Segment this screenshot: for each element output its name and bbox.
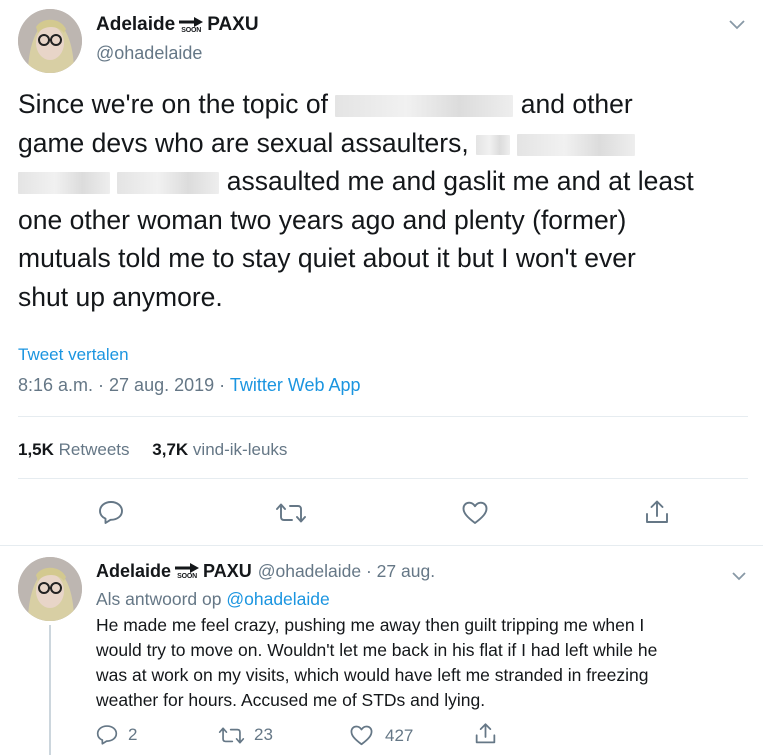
reply-handle-date[interactable]: @ohadelaide · 27 aug. [258,561,435,582]
likes-count: 3,7K [152,440,189,459]
in-reply-handle-link[interactable]: @ohadelaide [226,589,329,609]
reply-text-line: He made me feel crazy, pushing me away t… [96,615,645,635]
chevron-down-icon[interactable] [729,17,745,35]
tweet-text-line: assaulted me and gaslit me and at least [226,166,694,197]
redacted-name [476,134,511,155]
tweet-text-line: mutuals told me to stay quiet about it b… [18,243,636,274]
redacted-name [18,172,110,195]
reply-text-line: weather for hours. Accused me of STDs an… [96,690,486,710]
thread-line [49,625,51,755]
share-icon[interactable] [474,722,497,745]
meta-separator: · [214,375,230,395]
like-icon [350,725,373,746]
tweet-text-line: game devs who are sexual assaulters, [18,127,469,158]
soon-label: SOON [181,26,202,34]
reply-text: He made me feel crazy, pushing me away t… [96,613,756,713]
retweet-count: 23 [254,725,273,744]
arrow-right-icon [179,16,204,27]
redacted-name [335,95,514,117]
retweets-label: Retweets [58,440,130,459]
tweet-stats: 1,5K Retweets 3,7K vind-ik-leuks [18,440,287,460]
reply-like-button[interactable]: 427 [350,725,413,746]
likes-label: vind-ik-leuks [192,440,288,459]
soon-arrow-badge: SOON [175,563,200,580]
in-reply-prefix: Als antwoord op [96,589,227,609]
divider [18,478,748,479]
reply-chevron-down-icon[interactable] [732,568,746,586]
redacted-name [517,133,636,156]
retweets-count: 1,5K [18,440,54,459]
reply-count: 2 [128,724,138,744]
reply-display-name-suffix: PAXU [203,561,252,581]
author-handle[interactable]: @ohadelaide [96,43,202,64]
source-link[interactable]: Twitter Web App [230,375,361,395]
reply-icon[interactable] [98,500,124,524]
retweet-icon [218,726,245,745]
tweet-text-line: shut up anymore. [18,281,223,312]
timestamp[interactable]: 8:16 a.m. · 27 aug. 2019 [18,375,214,395]
like-icon[interactable] [462,501,488,525]
soon-arrow-badge: SOON [179,16,204,34]
reply-author-avatar[interactable] [18,557,82,621]
retweet-icon[interactable] [275,502,307,524]
divider [18,416,748,417]
reply-author-row: Adelaide SOON PAXU @ohadelaide · 27 aug. [96,561,435,582]
tweet-meta: 8:16 a.m. · 27 aug. 2019 · Twitter Web A… [18,375,361,396]
tweet-text-line: Since we're on the topic of [18,89,328,119]
in-reply-to: Als antwoord op @ohadelaide [96,589,330,610]
tweet-text: Since we're on the topic of and other ga… [18,85,748,317]
tweet-text-line: one other woman two years ago and plenty… [18,204,627,235]
display-name-suffix: PAXU [207,14,259,35]
reply-reply-button[interactable]: 2 [96,724,137,745]
likes-stat[interactable]: 3,7K vind-ik-leuks [152,440,287,459]
soon-label: SOON [177,573,197,580]
translate-tweet-link[interactable]: Tweet vertalen [18,345,129,365]
author-avatar[interactable] [18,9,82,73]
share-icon[interactable] [644,499,670,525]
reply-text-line: was at work on my visits, which would ha… [96,665,649,685]
reply-icon [96,724,118,745]
retweets-stat[interactable]: 1,5K Retweets [18,440,130,459]
reply-text-line: would try to move on. Wouldn't let me ba… [96,640,658,660]
like-count: 427 [385,725,414,745]
redacted-name [117,172,220,195]
display-name[interactable]: Adelaide [96,14,175,36]
reply-display-name[interactable]: Adelaide [96,561,171,582]
reply-retweet-button[interactable]: 23 [218,725,273,745]
section-divider [0,545,763,546]
author-name-row[interactable]: Adelaide SOON PAXU [96,14,259,36]
tweet-text-line: and other [520,89,633,119]
arrow-right-icon [175,563,200,573]
